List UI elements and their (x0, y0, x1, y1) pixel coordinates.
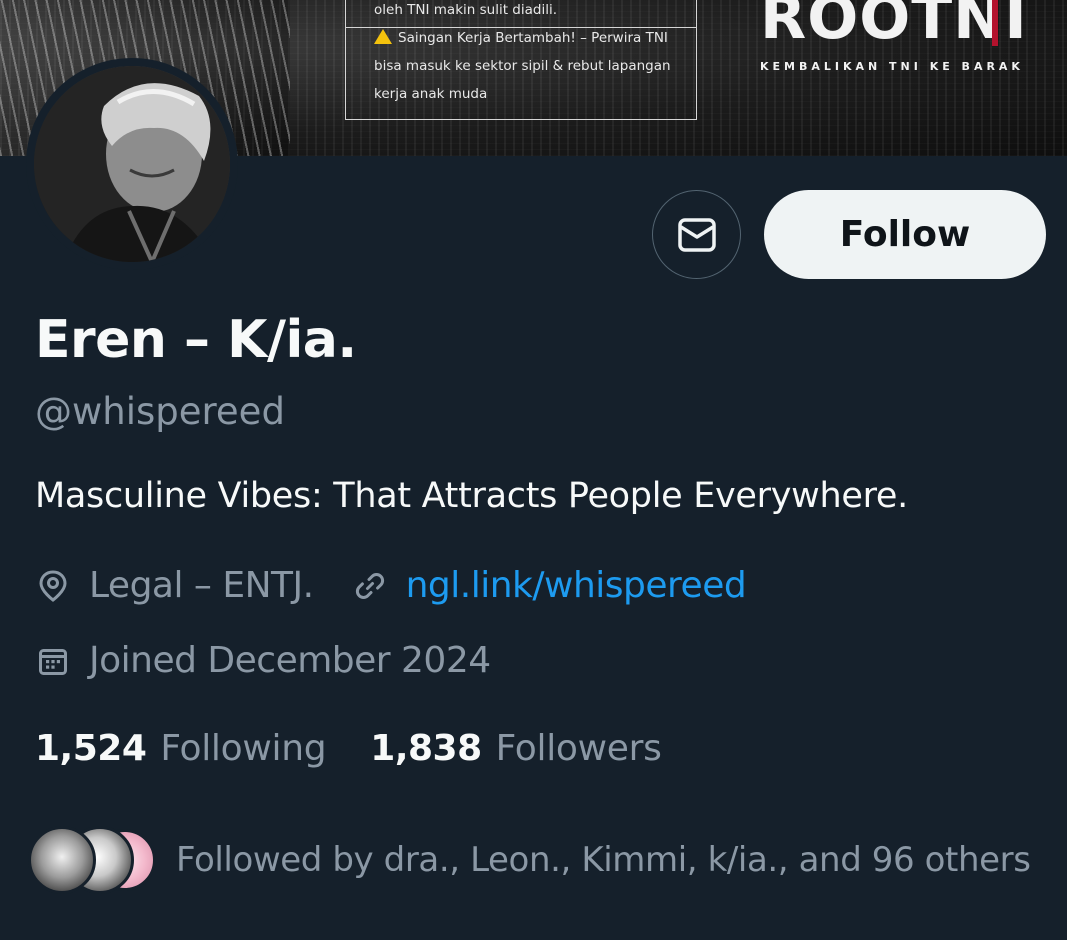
banner-brand-text: ROOTNI (760, 0, 1028, 53)
avatar-image (34, 66, 230, 262)
profile-stats: 1,524 Following 1,838 Followers (35, 728, 662, 769)
following-stat[interactable]: 1,524 Following (35, 728, 327, 769)
banner-notice-line-4: kerja anak muda (374, 86, 488, 102)
following-label: Following (160, 728, 327, 769)
profile-avatar[interactable] (26, 58, 238, 270)
user-handle: @whispereed (35, 390, 285, 433)
calendar-icon (35, 643, 71, 679)
followers-stat[interactable]: 1,838 Followers (370, 728, 662, 769)
banner-notice-line-2: Saingan Kerja Bertambah! – Perwira TNI (398, 30, 668, 46)
banner-brand-red-mark (992, 0, 998, 46)
followers-label: Followers (495, 728, 662, 769)
banner-notice-box: oleh TNI makin sulit diadili. Saingan Ke… (345, 0, 697, 120)
mutual-avatar (28, 826, 96, 894)
profile-website-link[interactable]: ngl.link/whispereed (406, 565, 747, 606)
link-icon (352, 568, 388, 604)
avatar-portrait-illustration (34, 66, 230, 262)
banner-notice-line-2-wrap: Saingan Kerja Bertambah! – Perwira TNI (374, 24, 668, 52)
banner-notice-line-1: oleh TNI makin sulit diadili. (374, 2, 558, 18)
message-button[interactable] (652, 190, 741, 279)
profile-joined-row: Joined December 2024 (35, 640, 491, 681)
profile-page: oleh TNI makin sulit diadili. Saingan Ke… (0, 0, 1067, 940)
follow-button[interactable]: Follow (764, 190, 1046, 279)
mutual-avatars (28, 826, 162, 894)
followed-by-text: Followed by dra., Leon., Kimmi, k/ia., a… (176, 840, 1031, 880)
followers-count: 1,838 (370, 728, 482, 769)
profile-meta-row: Legal – ENTJ. ngl.link/whispereed (35, 565, 747, 606)
profile-joined-date: Joined December 2024 (89, 640, 491, 681)
followed-by-row[interactable]: Followed by dra., Leon., Kimmi, k/ia., a… (28, 826, 1031, 894)
profile-location: Legal – ENTJ. (89, 565, 314, 606)
banner-tagline: KEMBALIKAN TNI KE BARAK (760, 60, 1024, 73)
warning-icon (374, 29, 392, 44)
banner-notice-line-3: bisa masuk ke sektor sipil & rebut lapan… (374, 58, 671, 74)
following-count: 1,524 (35, 728, 147, 769)
profile-bio: Masculine Vibes: That Attracts People Ev… (35, 476, 908, 516)
display-name: Eren – K/ia. (35, 310, 357, 370)
envelope-icon (677, 217, 716, 252)
location-pin-icon (35, 568, 71, 604)
